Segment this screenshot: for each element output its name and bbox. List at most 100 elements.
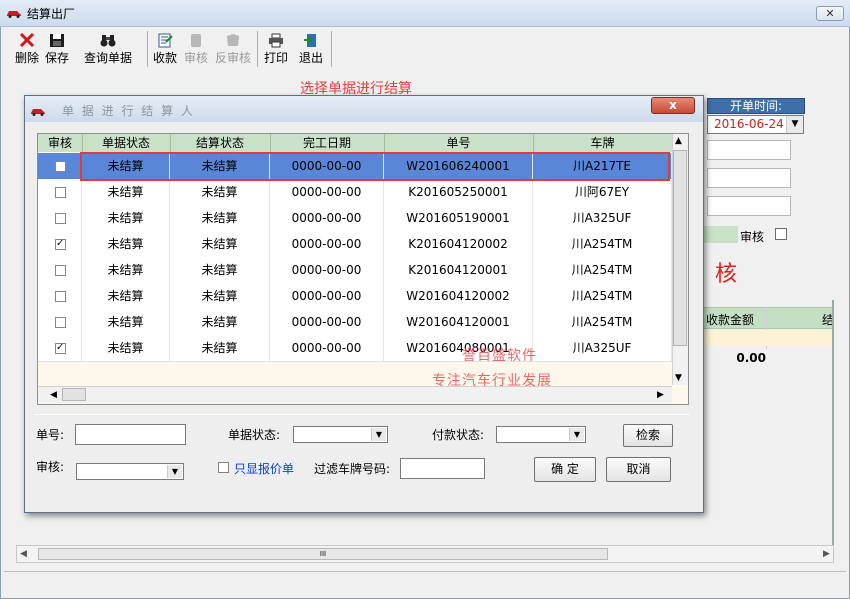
toolbar-separator (331, 31, 332, 67)
audit-row-checkbox[interactable] (55, 237, 66, 251)
table-row[interactable]: 未结算 未结算 0000-00-00 W201604120002 川A254TM (38, 283, 672, 310)
print-button[interactable]: 打印 (261, 29, 291, 69)
table-row[interactable]: 未结算 未结算 0000-00-00 W201604120001 川A254TM (38, 309, 672, 336)
audit-filter-label: 审核: (36, 460, 65, 474)
audit-cell[interactable] (38, 335, 82, 361)
audit-cell[interactable] (38, 283, 82, 309)
doc-status-select[interactable]: ▼ (293, 426, 388, 443)
cancel-button[interactable]: 取消 (606, 457, 671, 482)
scroll-left-icon[interactable]: ◀ (50, 390, 57, 400)
audit-row-checkbox[interactable] (55, 161, 66, 172)
audit-area (698, 226, 738, 243)
finish-date-cell: 0000-00-00 (270, 283, 384, 309)
table-row[interactable]: 未结算 未结算 0000-00-00 K201604120001 川A254TM (38, 257, 672, 284)
column-header-plate[interactable]: 车牌 (533, 134, 673, 152)
plate-cell: 川A254TM (533, 283, 672, 309)
only-quote-checkbox[interactable] (218, 462, 229, 473)
delete-button[interactable]: 删除 (12, 29, 42, 69)
audit-cell[interactable] (38, 179, 82, 205)
dialog-close-button[interactable]: x (651, 97, 695, 114)
audit-button[interactable]: 审核 (181, 29, 211, 69)
column-header-doc-status[interactable]: 单据状态 (82, 134, 171, 152)
watermark-slogan: 专注汽车行业发展 (432, 373, 552, 389)
query-docs-button[interactable]: 查询单据 (72, 29, 144, 69)
car-app-icon (7, 11, 21, 18)
form-input-field[interactable] (707, 168, 791, 188)
audit-cell[interactable] (38, 257, 82, 283)
scroll-right-icon[interactable]: ▶ (823, 549, 830, 559)
table-row[interactable]: 未结算未结算0000-00-00K201604120002川A254TM (38, 231, 672, 258)
delete-label: 删除 (14, 51, 39, 65)
finish-date-cell: 0000-00-00 (270, 309, 384, 335)
chevron-down-icon[interactable]: ▼ (371, 428, 386, 441)
only-quote-label[interactable]: 只显报价单 (234, 460, 294, 477)
form-input-field[interactable] (707, 140, 791, 160)
plate-cell: 川A325UF (533, 205, 672, 231)
horizontal-scrollbar[interactable] (38, 386, 672, 403)
form-input-field[interactable] (707, 196, 791, 216)
receipt-icon (158, 33, 173, 48)
chevron-down-icon[interactable]: ▼ (569, 428, 584, 441)
doc-status-cell: 未结算 (82, 231, 170, 257)
doc-no-cell: W201604120002 (384, 283, 533, 309)
doc-status-cell: 未结算 (82, 179, 170, 205)
watermark-company: 誉百盛软件 (462, 348, 537, 364)
table-row[interactable]: 未结算未结算0000-00-00W201604080001川A325UF (38, 335, 672, 362)
audit-row-checkbox[interactable] (55, 291, 66, 302)
finish-date-cell: 0000-00-00 (270, 257, 384, 283)
doc-status-cell: 未结算 (82, 335, 170, 361)
settle-status-cell: 未结算 (170, 179, 270, 205)
column-header-settle-status[interactable]: 结算状态 (170, 134, 271, 152)
audit-row-checkbox[interactable] (55, 317, 66, 328)
audit-row-checkbox[interactable] (55, 187, 66, 198)
audit-row-checkbox[interactable] (55, 213, 66, 224)
scrollbar-thumb[interactable] (673, 150, 687, 346)
scroll-left-icon[interactable]: ◀ (20, 549, 27, 559)
pay-status-select[interactable]: ▼ (496, 426, 586, 443)
audit-checkbox[interactable] (775, 228, 787, 240)
save-button[interactable]: 保存 (43, 29, 71, 69)
column-header-audit[interactable]: 审核 (38, 134, 83, 152)
query-docs-label: 查询单据 (83, 51, 132, 65)
doc-no-input[interactable] (75, 424, 186, 445)
unaudit-icon (227, 34, 239, 46)
total-amount: 0.00 (736, 351, 766, 365)
chevron-down-icon[interactable]: ▼ (786, 116, 803, 133)
ok-button[interactable]: 确 定 (534, 457, 596, 482)
binoculars-icon (100, 35, 116, 47)
scroll-down-icon[interactable]: ▼ (675, 373, 682, 383)
audit-cell[interactable] (38, 231, 82, 257)
doc-no-cell: K201605250001 (384, 179, 533, 205)
plate-cell: 川阿67EY (533, 179, 672, 205)
grid-border (832, 300, 834, 560)
receive-payment-button[interactable]: 收款 (150, 29, 180, 69)
doc-no-cell: W201604120001 (384, 309, 533, 335)
plate-cell: 川A254TM (533, 309, 672, 335)
scroll-up-icon[interactable]: ▲ (675, 136, 682, 146)
plate-filter-input[interactable] (400, 458, 485, 479)
table-row[interactable]: 未结算 未结算 0000-00-00 K201605250001 川阿67EY (38, 179, 672, 206)
scrollbar-thumb[interactable] (62, 388, 86, 401)
print-label: 打印 (263, 51, 288, 65)
table-row[interactable]: 未结算 未结算 0000-00-00 W201605190001 川A325UF (38, 205, 672, 232)
receive-payment-label: 收款 (152, 51, 177, 65)
audit-cell[interactable] (38, 205, 82, 231)
audit-filter-select[interactable]: ▼ (76, 463, 184, 480)
finish-date-cell: 0000-00-00 (270, 205, 384, 231)
search-button[interactable]: 检索 (623, 424, 673, 447)
audit-row-checkbox[interactable] (55, 265, 66, 276)
scroll-right-icon[interactable]: ▶ (657, 390, 664, 400)
scrollbar-thumb[interactable]: III (38, 548, 608, 560)
settle-status-cell: 未结算 (170, 309, 270, 335)
audit-row-checkbox[interactable] (55, 341, 66, 355)
unaudit-button[interactable]: 反审核 (212, 29, 254, 69)
column-header-doc-no[interactable]: 单号 (384, 134, 534, 152)
exit-button[interactable]: 退出 (296, 29, 326, 69)
column-header-finish-date[interactable]: 完工日期 (270, 134, 385, 152)
window-close-button[interactable]: ✕ (816, 6, 844, 21)
chevron-down-icon[interactable]: ▼ (167, 465, 182, 478)
audit-cell[interactable] (38, 153, 82, 179)
audit-cell[interactable] (38, 309, 82, 335)
unaudit-label: 反审核 (214, 51, 251, 65)
detail-grid-row (698, 330, 832, 346)
